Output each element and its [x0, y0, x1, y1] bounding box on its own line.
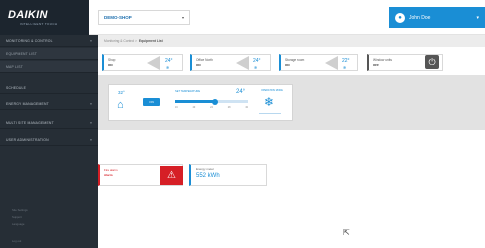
sidebar-item-monitoring[interactable]: MONITORING & CONTROL ▾ — [0, 35, 98, 47]
unit-temp: 24° — [165, 58, 173, 64]
sidebar-item-label: EQUIPMENT LIST — [6, 51, 37, 56]
slider-tick: 16 — [175, 106, 178, 109]
unit-state: ON — [196, 63, 201, 67]
mode-divider — [259, 113, 281, 114]
slider-tick: 24 — [210, 106, 213, 109]
daikin-logo-text: DAIKIN — [8, 9, 48, 21]
unit-name: Office North — [196, 58, 213, 62]
setpoint-label: SET TEMPERATURE — [175, 90, 201, 93]
room-temperature: 32° — [118, 90, 125, 95]
slider-tick: 28 — [227, 106, 231, 109]
snowflake-icon: ❄ — [166, 65, 170, 70]
unit-name: Storage room — [285, 58, 305, 62]
slider-ticks: 16 20 24 28 32 — [175, 106, 248, 109]
chevron-down-icon: ▾ — [90, 38, 92, 43]
power-toggle[interactable]: ON — [143, 98, 160, 106]
energy-card[interactable]: Energy meter 552 kWh — [189, 164, 267, 186]
warning-icon: ⚠ — [160, 166, 183, 185]
sidebar: MONITORING & CONTROL ▾ EQUIPMENT LIST MA… — [0, 35, 98, 248]
unit-temp: 24° — [253, 58, 261, 64]
sidebar-item-label: MULTI SITE MANAGEMENT — [6, 120, 54, 125]
chevron-down-icon: ▾ — [90, 137, 92, 142]
sidebar-footer-link[interactable]: Log out — [12, 239, 21, 243]
unit-state: ON — [285, 63, 290, 67]
site-select[interactable]: DEMO-SHOP ▾ — [98, 10, 190, 25]
breadcrumb-path[interactable]: Monitoring & Control > — [104, 39, 137, 43]
power-button[interactable]: ⏻ — [425, 55, 439, 69]
slider-tick: 20 — [192, 106, 196, 109]
unit-arrow-icon — [325, 56, 338, 70]
sidebar-item-schedule[interactable]: SCHEDULE — [0, 82, 98, 94]
user-menu-button[interactable]: ● John Doe ▾ — [389, 7, 485, 28]
unit-card[interactable]: Office North ON 24° ❄ — [190, 54, 271, 71]
unit-state: ON — [108, 63, 113, 67]
unit-name: Shop — [108, 58, 116, 62]
sidebar-item-user-admin[interactable]: USER ADMINISTRATION ▾ — [0, 134, 98, 146]
sidebar-item-energy[interactable]: ENERGY MANAGEMENT ▾ — [0, 98, 98, 110]
top-bar: DAIKIN INTELLIGENT TOUCH DEMO-SHOP ▾ ● J… — [0, 0, 485, 35]
alarm-label: Fire alarm — [104, 168, 118, 172]
breadcrumb-current: Equipment List — [138, 39, 163, 43]
breadcrumb: Monitoring & Control > Equipment List — [98, 35, 485, 47]
unit-name: Window units — [373, 58, 392, 62]
unit-card[interactable]: Shop ON 24° ❄ — [102, 54, 183, 71]
sidebar-item-label: MAP LIST — [6, 64, 23, 69]
sidebar-item-label: ENERGY MANAGEMENT — [6, 101, 49, 106]
mouse-cursor-icon: ⇱ — [343, 228, 350, 237]
sidebar-item-map-list[interactable]: MAP LIST — [0, 61, 98, 73]
setpoint-value: 24° — [236, 89, 246, 95]
slider-handle[interactable] — [212, 98, 219, 105]
mode-label: OPERATION MODE — [261, 89, 283, 92]
sidebar-footer-link[interactable]: Language — [12, 222, 24, 226]
unit-arrow-icon — [147, 56, 160, 70]
unit-state: OFF — [373, 63, 379, 67]
sidebar-item-label: MONITORING & CONTROL — [6, 38, 53, 43]
site-select-value: DEMO-SHOP — [104, 15, 132, 20]
chevron-down-icon: ▾ — [90, 101, 92, 106]
sidebar-item-multi-site[interactable]: MULTI SITE MANAGEMENT ▾ — [0, 117, 98, 129]
slider-tick: 32 — [245, 106, 248, 109]
chevron-down-icon: ▾ — [90, 120, 92, 125]
chevron-down-icon: ▾ — [181, 15, 184, 20]
setpoint-slider[interactable] — [175, 98, 248, 105]
alarm-card[interactable]: Fire alarm Alarm ⚠ — [98, 164, 183, 186]
sidebar-footer-link[interactable]: Support — [12, 215, 22, 219]
logo[interactable]: DAIKIN INTELLIGENT TOUCH — [0, 0, 89, 35]
logo-tagline: INTELLIGENT TOUCH — [20, 22, 58, 26]
sidebar-item-label: SCHEDULE — [6, 85, 27, 90]
unit-temp: 22° — [342, 58, 350, 64]
unit-detail-card: 32° ⌂ ON SET TEMPERATURE 24° 16 20 24 28… — [108, 84, 293, 121]
sidebar-footer-link[interactable]: Site Settings — [12, 208, 28, 212]
user-avatar-icon: ● — [395, 12, 405, 23]
chevron-down-icon: ▾ — [476, 14, 479, 21]
alarm-value: Alarm — [104, 173, 113, 177]
house-thermometer-icon: ⌂ — [117, 99, 124, 111]
snowflake-icon: ❄ — [254, 65, 258, 70]
unit-card[interactable]: Storage room ON 22° ❄ — [279, 54, 358, 71]
user-name: John Doe — [409, 14, 431, 21]
slider-fill — [175, 100, 216, 103]
energy-label: Energy meter — [196, 167, 215, 171]
sidebar-item-equipment-list[interactable]: EQUIPMENT LIST — [0, 48, 98, 60]
snowflake-icon: ❄ — [343, 65, 347, 70]
unit-arrow-icon — [236, 56, 249, 70]
energy-value: 552 kWh — [196, 173, 220, 179]
power-icon: ⏻ — [428, 56, 436, 67]
sidebar-item-label: USER ADMINISTRATION — [6, 137, 49, 142]
cooling-mode-icon[interactable]: ❄ — [264, 95, 274, 109]
